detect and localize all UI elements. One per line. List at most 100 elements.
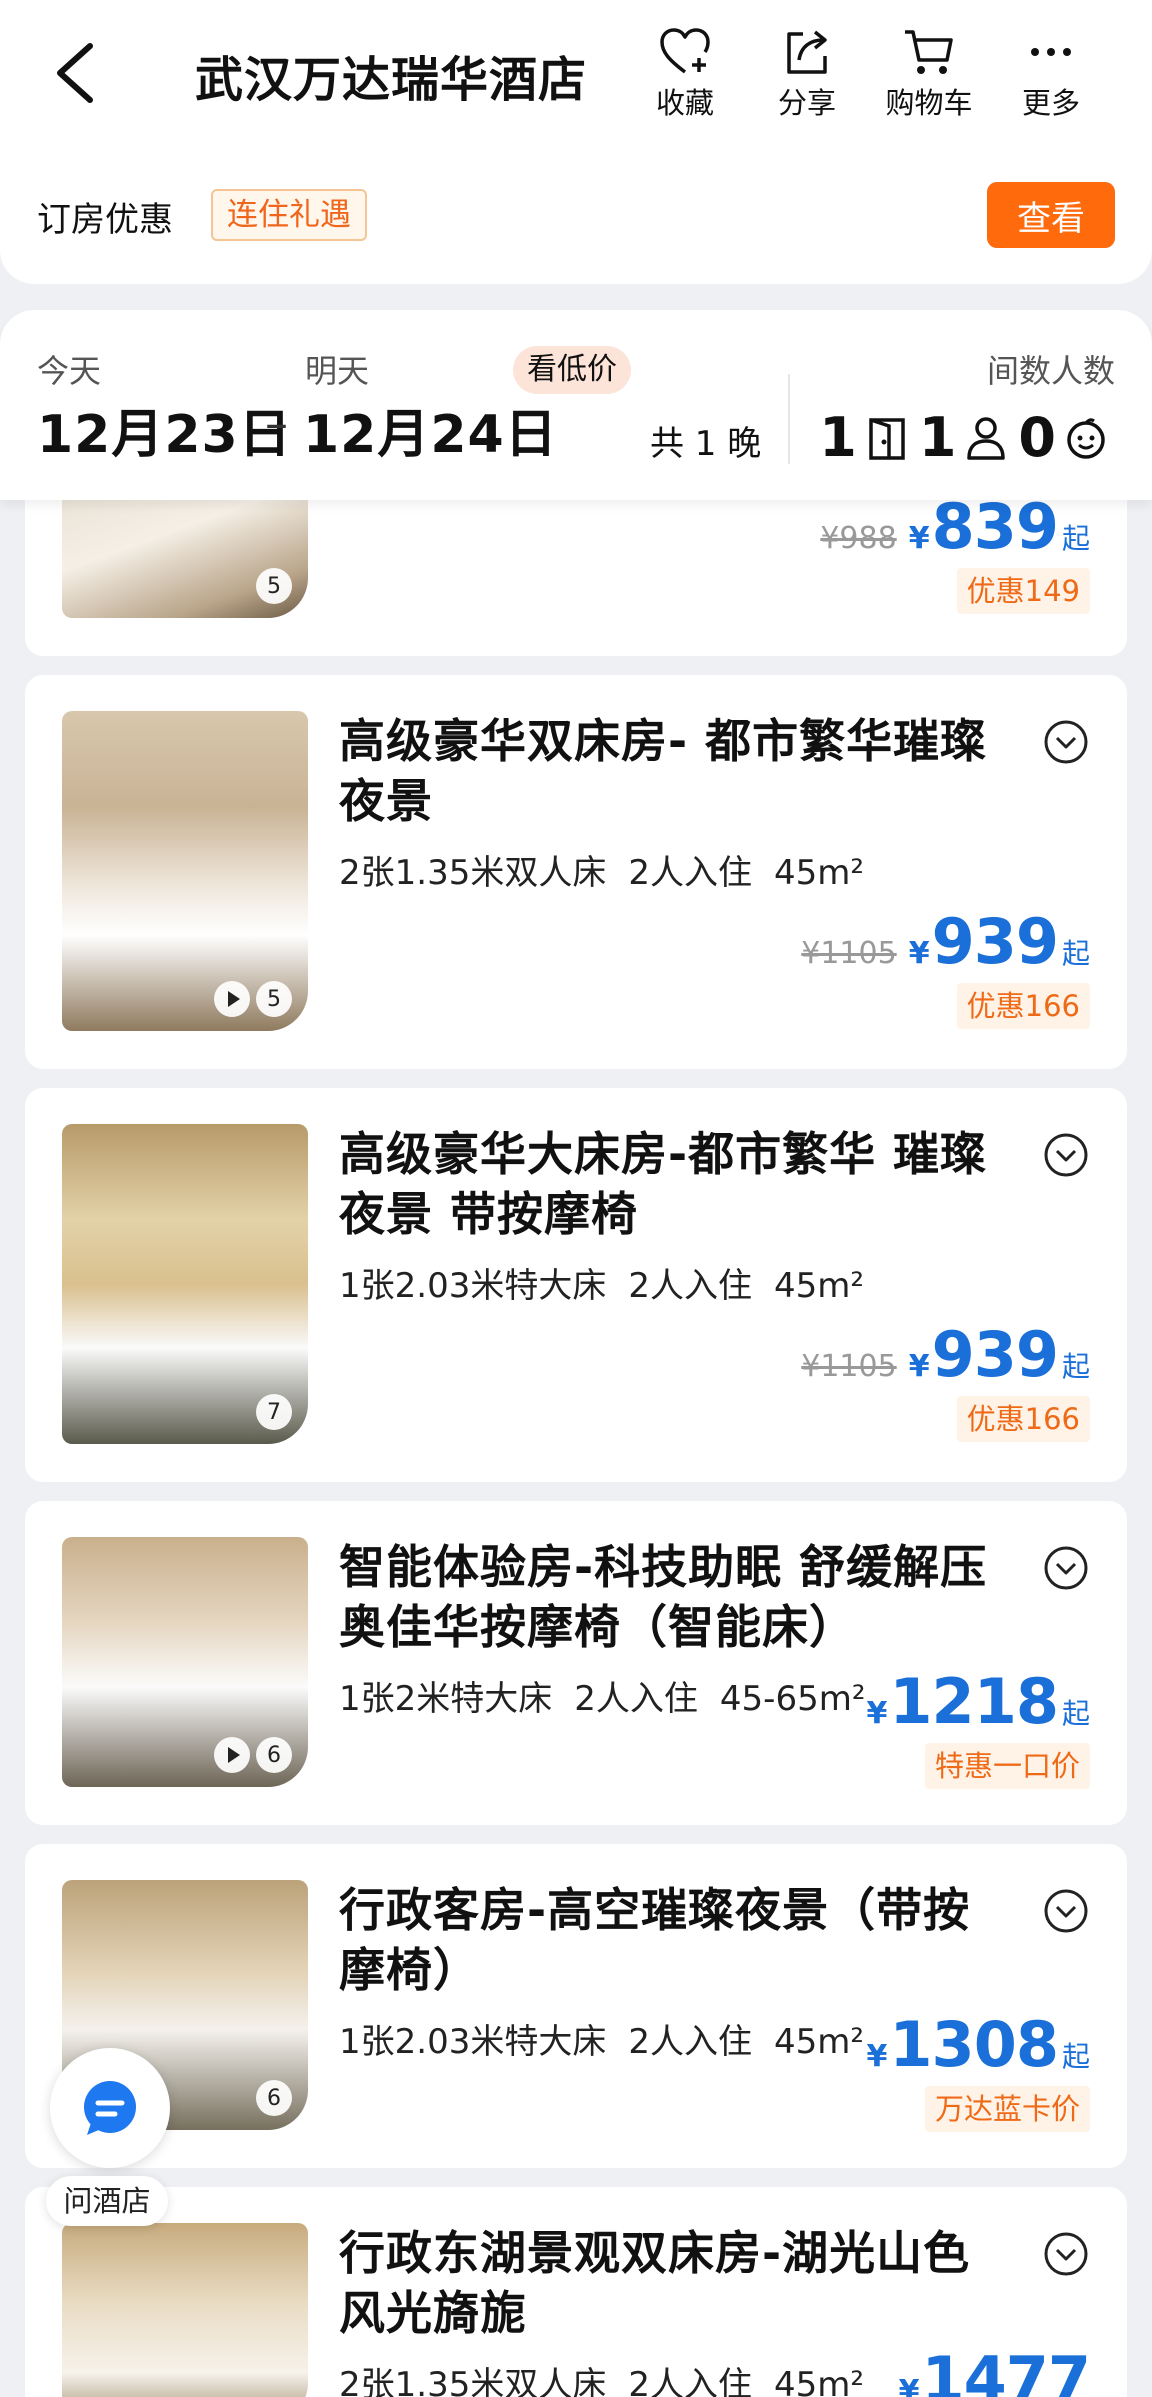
share-button[interactable]: 分享 [746, 26, 868, 122]
chevron-down-icon[interactable] [1043, 719, 1089, 765]
low-price-tag[interactable]: 看低价 [513, 346, 631, 394]
room-price: 1218 [889, 1665, 1059, 1738]
room-price: 939 [931, 905, 1059, 978]
price-suffix: 起 [1061, 937, 1090, 970]
photo-count-badge: 5 [214, 981, 292, 1017]
room-price: 1308 [889, 2008, 1059, 2081]
guests-label: 间数人数 [986, 352, 1115, 390]
top-nav-bar: 武汉万达瑞华酒店 收藏 分享 购物车 更多 [0, 0, 1152, 150]
original-price: ¥1105 [801, 936, 897, 971]
more-icon [1031, 48, 1071, 56]
room-info: 1张2.03米特大床 2人入住 45m² [339, 1258, 886, 1307]
chevron-down-icon[interactable] [1043, 1888, 1089, 1934]
currency-symbol: ¥ [908, 936, 930, 971]
room-info: 1张2米特大床 2人入住 45-65m² [339, 1671, 887, 1720]
share-icon [787, 30, 827, 74]
room-photo[interactable]: 7 [62, 1124, 308, 1444]
checkin-date[interactable]: 12月23日 [37, 392, 292, 467]
chevron-down-icon[interactable] [1043, 1132, 1089, 1178]
currency-symbol: ¥ [908, 1349, 930, 1384]
room-area: 45-65m² [719, 1679, 866, 1719]
room-price: 839 [931, 490, 1059, 563]
currency-symbol: ¥ [898, 2374, 920, 2397]
occupancy: 2人入住 [574, 1679, 698, 1719]
price-row: ¥1105 ¥ 939 起 [801, 1318, 1090, 1391]
photo-count: 6 [256, 1737, 292, 1773]
more-button[interactable]: 更多 [990, 26, 1112, 122]
discount-tag: 万达蓝卡价 [924, 2086, 1090, 2132]
room-name: 智能体验房-科技助眠 舒缓解压 奥佳华按摩椅（智能床） [339, 1540, 988, 1654]
room-photo[interactable] [62, 2223, 308, 2397]
room-info: 1张2.03米特大床 2人入住 45m² [339, 2014, 886, 2063]
checkout-label: 明天 [305, 352, 370, 390]
price-row: ¥ 1218 起 [867, 1665, 1090, 1738]
bed-type: 1张2.03米特大床 [339, 2022, 607, 2062]
heart-plus-icon [660, 28, 710, 74]
room-area: 45m² [773, 1266, 864, 1306]
favorite-button[interactable]: 收藏 [624, 26, 746, 122]
door-icon [869, 417, 905, 460]
booking-promo-bar: 订房优惠 连住礼遇 查看 [0, 150, 1152, 284]
favorite-label: 收藏 [655, 86, 714, 120]
photo-count: 6 [256, 2080, 292, 2116]
room-card[interactable]: 6 行政客房-高空璀璨夜景（带按摩椅） 1张2.03米特大床 2人入住 45m² ¥… [25, 1844, 1127, 2168]
cart-label: 购物车 [885, 86, 973, 120]
chat-icon [84, 2081, 136, 2135]
price-row: ¥1105 ¥ 939 起 [801, 905, 1090, 978]
header-actions: 收藏 分享 购物车 更多 [624, 26, 1112, 122]
promo-title: 订房优惠 [37, 200, 173, 240]
discount-tag: 优惠166 [956, 1396, 1090, 1442]
hotel-title: 武汉万达瑞华酒店 [195, 52, 588, 108]
photo-count: 7 [256, 1394, 292, 1430]
share-label: 分享 [777, 86, 836, 120]
price-row: ¥ 1477 [898, 2343, 1091, 2397]
room-card[interactable]: 6 智能体验房-科技助眠 舒缓解压 奥佳华按摩椅（智能床） 1张2米特大床 2人入… [25, 1501, 1127, 1825]
room-count: 1 [819, 406, 857, 469]
photo-count-badge: 6 [256, 2080, 292, 2116]
price-suffix: 起 [1061, 522, 1090, 555]
original-price: ¥988 [820, 521, 897, 556]
guest-picker[interactable]: 1 1 0 [819, 406, 1118, 469]
chevron-down-icon[interactable] [1043, 1545, 1089, 1591]
checkin-label: 今天 [37, 352, 102, 390]
child-icon [1067, 417, 1105, 459]
cart-button[interactable]: 购物车 [868, 26, 990, 122]
checkout-date[interactable]: 12月24日 [303, 392, 558, 467]
price-row: ¥988 ¥ 839 起 [820, 490, 1090, 563]
room-info: 2张1.35米双人床 2人入住 45m² [339, 845, 886, 894]
discount-tag: 特惠一口价 [924, 1743, 1090, 1789]
room-photo[interactable]: 6 [62, 1537, 308, 1787]
promo-badge[interactable]: 连住礼遇 [211, 189, 367, 241]
nights-count: 共 1 晚 [650, 424, 762, 464]
child-count: 0 [1018, 406, 1056, 469]
room-photo[interactable]: 5 [62, 711, 308, 1031]
room-name: 行政东湖景观双床房-湖光山色 风光旖旎 [339, 2226, 971, 2340]
chat-bubble[interactable] [50, 2048, 170, 2168]
occupancy: 2人入住 [628, 2365, 752, 2397]
play-icon [214, 981, 250, 1017]
room-name: 行政客房-高空璀璨夜景（带按摩椅） [339, 1883, 971, 1997]
room-card[interactable]: 7 高级豪华大床房-都市繁华 璀璨夜景 带按摩椅 1张2.03米特大床 2人入住 4… [25, 1088, 1127, 1482]
divider [788, 374, 790, 464]
play-icon [214, 1737, 250, 1773]
room-card[interactable]: 5 高级豪华双床房- 都市繁华璀璨夜景 2张1.35米双人床 2人入住 45m² ¥… [25, 675, 1127, 1069]
currency-symbol: ¥ [866, 2039, 888, 2074]
currency-symbol: ¥ [908, 521, 930, 556]
bed-type: 1张2.03米特大床 [339, 1266, 607, 1306]
ask-hotel-button[interactable]: 问酒店 [46, 2048, 180, 2226]
room-card[interactable]: 行政东湖景观双床房-湖光山色 风光旖旎 2张1.35米双人床 2人入住 45m² ¥… [25, 2187, 1127, 2397]
back-arrow-icon[interactable] [48, 38, 108, 108]
photo-count-badge: 7 [256, 1394, 292, 1430]
view-promo-button[interactable]: 查看 [987, 182, 1115, 248]
photo-count-badge: 6 [214, 1737, 292, 1773]
price-row: ¥ 1308 起 [867, 2008, 1090, 2081]
bed-type: 1张2米特大床 [339, 1679, 553, 1719]
price-suffix: 起 [1061, 1697, 1090, 1730]
occupancy: 2人入住 [628, 2022, 752, 2062]
more-label: 更多 [1021, 86, 1080, 120]
bed-type: 2张1.35米双人床 [339, 2365, 607, 2397]
room-price: 939 [931, 1318, 1059, 1391]
currency-symbol: ¥ [866, 1696, 888, 1731]
room-area: 45m² [773, 2365, 864, 2397]
chevron-down-icon[interactable] [1043, 2231, 1089, 2277]
